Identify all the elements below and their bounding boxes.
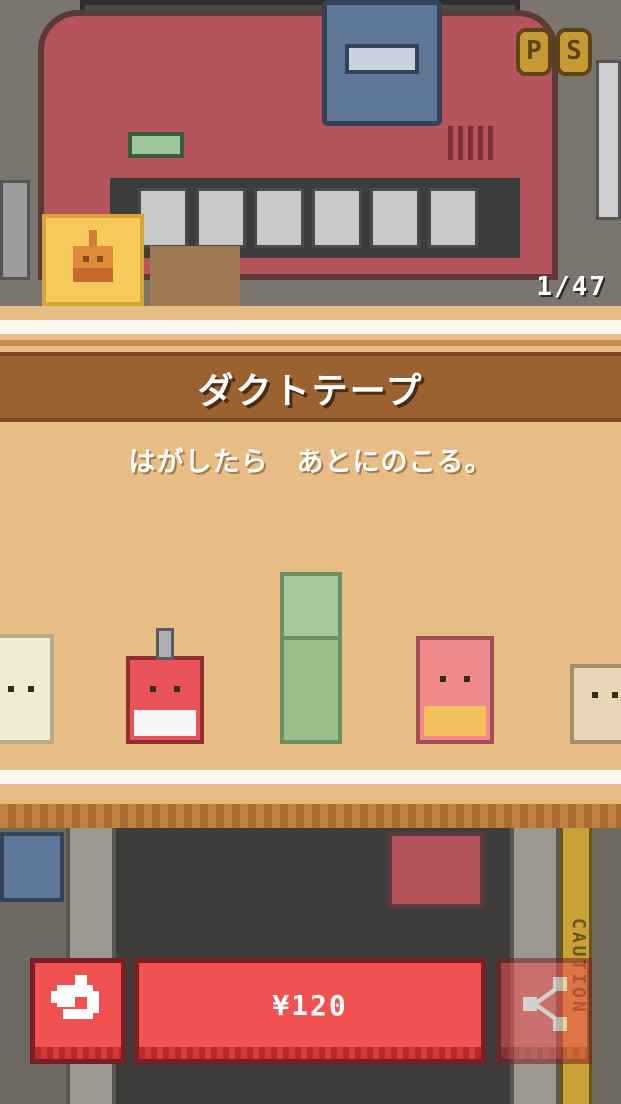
panel-stripe [0, 770, 621, 784]
machine-slot [138, 188, 188, 248]
machine-slot [428, 188, 478, 248]
coin-icon: P [516, 28, 552, 76]
undo-arrow-icon [51, 975, 99, 1019]
carousel-item[interactable] [570, 664, 621, 744]
machine-slot [312, 188, 362, 248]
item-name: ダクトテープ [197, 371, 424, 412]
share-icon [523, 977, 567, 1031]
machine-vent [448, 126, 494, 160]
carousel-item[interactable] [416, 636, 494, 744]
item-carousel[interactable] [0, 560, 621, 760]
tape-dispenser-icon [73, 230, 113, 282]
panel-stripe [0, 320, 621, 334]
panel-stripe [0, 340, 621, 346]
buy-button[interactable]: ¥120 [134, 958, 486, 1064]
red-tape-machine [388, 832, 484, 908]
item-description: はがしたら あとにのこる。 [128, 447, 493, 478]
machine-slot [254, 188, 304, 248]
machine-slot [370, 188, 420, 248]
carousel-item[interactable] [126, 628, 204, 744]
back-button[interactable] [30, 958, 126, 1064]
side-panel [0, 180, 30, 280]
carousel-item[interactable] [0, 634, 54, 744]
selected-item-icon[interactable] [42, 214, 144, 306]
panel-ornament-border [0, 800, 621, 828]
share-button[interactable] [496, 958, 592, 1064]
coin-icon: S [556, 28, 592, 76]
item-counter: 1/47 [536, 272, 607, 302]
price-label: ¥120 [272, 989, 348, 1022]
blue-box-screen [345, 44, 419, 74]
machine-slot [196, 188, 246, 248]
cardboard-boxes [150, 246, 240, 306]
control-panel [596, 60, 621, 220]
blue-machine [0, 832, 64, 902]
machine-indicator-light [128, 132, 184, 158]
carousel-item-selected[interactable] [280, 572, 342, 744]
